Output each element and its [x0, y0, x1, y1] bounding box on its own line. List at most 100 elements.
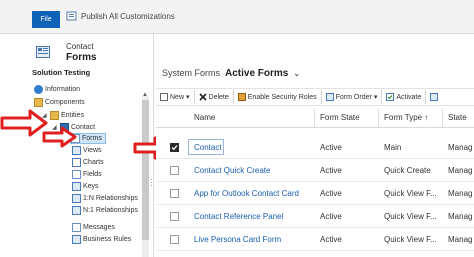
scroll-up-icon[interactable]: ▲ [142, 92, 148, 98]
folder-icon [50, 111, 59, 120]
form-type-cell: Quick View F... [384, 189, 437, 198]
row-checkbox[interactable] [170, 166, 179, 175]
splitter-handle[interactable]: · · · [150, 176, 153, 190]
solution-title: Solution Testing [32, 68, 91, 77]
new-label: New [170, 93, 185, 101]
tree-item-messages[interactable]: Messages [72, 222, 115, 233]
message-icon [72, 223, 81, 232]
state-cell: Manag [448, 235, 473, 244]
state-cell: Manag [448, 143, 473, 152]
tree-item-label: Keys [83, 183, 99, 190]
column-header-form-type[interactable]: Form Type ↑ [384, 113, 428, 122]
tree-item-label: N:1 Relationships [83, 207, 138, 214]
publish-all-label: Publish All Customizations [81, 11, 175, 21]
form-state-cell: Active [320, 212, 342, 221]
form-name-link[interactable]: Live Persona Card Form [194, 235, 281, 244]
form-state-cell: Active [320, 189, 342, 198]
field-icon [72, 170, 81, 179]
chevron-down-icon: ▾ [373, 94, 378, 101]
tree-item-label: 1:N Relationships [83, 195, 138, 202]
publish-all-button[interactable]: Publish All Customizations [66, 10, 175, 22]
tree-item-business-rules[interactable]: Business Rules [72, 234, 131, 245]
form-state-cell: Active [320, 143, 342, 152]
tree-item-label: Messages [83, 224, 115, 231]
form-name-link[interactable]: App for Outlook Contact Card [194, 189, 299, 198]
tree-item-1n-relationships[interactable]: 1:N Relationships [72, 193, 138, 204]
form-state-cell: Active [320, 166, 342, 175]
form-order-label: Form Order [335, 93, 372, 101]
entity-header: Contact Forms [36, 40, 136, 64]
tree-item-information[interactable]: Information [34, 84, 80, 95]
row-checkbox[interactable] [170, 212, 179, 221]
form-name-link[interactable]: Contact [194, 143, 222, 152]
row-checkbox[interactable] [170, 143, 179, 152]
delete-label: Delete [208, 93, 229, 101]
ribbon: File Publish All Customizations [0, 0, 474, 34]
entity-title: Forms [66, 52, 97, 63]
table-row[interactable]: Contact Reference Panel Active Quick Vie… [156, 206, 474, 228]
chart-icon [72, 158, 81, 167]
key-icon [72, 182, 81, 191]
command-bar: New ▾ Delete Enable Security Roles Form … [156, 88, 474, 106]
activate-icon [386, 93, 395, 101]
more-icon [430, 93, 439, 101]
folder-icon [34, 98, 43, 107]
chevron-down-icon[interactable]: ⌄ [293, 69, 300, 78]
column-header-state[interactable]: State [448, 113, 467, 122]
file-button[interactable]: File [32, 11, 60, 28]
tree-item-label: Information [45, 86, 81, 93]
form-name-link[interactable]: Contact Quick Create [194, 166, 270, 175]
tree-item-components[interactable]: Components [34, 97, 85, 108]
overflow-button[interactable] [426, 90, 442, 104]
form-type-cell: Main [384, 143, 402, 152]
column-divider[interactable] [442, 108, 443, 128]
tree-item-label: Fields [83, 171, 102, 178]
rule-icon [72, 235, 81, 244]
info-icon [34, 85, 43, 94]
annotation-arrow-forms [42, 126, 77, 148]
form-state-cell: Active [320, 235, 342, 244]
delete-icon [198, 93, 207, 101]
enable-security-roles-button[interactable]: Enable Security Roles [234, 90, 322, 104]
row-checkbox[interactable] [170, 189, 179, 198]
breadcrumb-parent: System Forms [162, 68, 221, 78]
new-icon [160, 93, 168, 101]
column-header-name[interactable]: Name [194, 113, 215, 122]
chevron-down-icon: ▾ [186, 94, 190, 101]
form-type-cell: Quick View F... [384, 235, 437, 244]
form-order-button[interactable]: Form Order ▾ [322, 90, 383, 104]
tree-scrollbar-thumb[interactable] [142, 100, 149, 240]
delete-button[interactable]: Delete [195, 90, 234, 104]
state-cell: Manag [448, 212, 473, 221]
table-row[interactable]: App for Outlook Contact Card Active Quic… [156, 183, 474, 205]
form-icon [36, 46, 50, 58]
tree-item-fields[interactable]: Fields [72, 169, 102, 180]
view-name[interactable]: Active Forms [225, 68, 288, 79]
publish-icon [66, 10, 78, 22]
form-type-cell: Quick Create [384, 166, 431, 175]
table-row[interactable]: Contact Active Main Manag [156, 137, 474, 159]
tree-item-keys[interactable]: Keys [72, 181, 99, 192]
tree-item-label: Views [83, 147, 102, 154]
tree-item-label: Components [45, 99, 85, 106]
tree-item-label: Entities [61, 112, 84, 119]
row-checkbox[interactable] [170, 235, 179, 244]
column-divider[interactable] [314, 108, 315, 128]
new-button[interactable]: New ▾ [156, 90, 195, 104]
security-roles-icon [237, 93, 246, 101]
tree-item-n1-relationships[interactable]: N:1 Relationships [72, 205, 138, 216]
table-row[interactable]: Live Persona Card Form Active Quick View… [156, 229, 474, 251]
activate-button[interactable]: Activate [382, 90, 427, 104]
tree-item-charts[interactable]: Charts [72, 157, 104, 168]
form-name-link[interactable]: Contact Reference Panel [194, 212, 283, 221]
form-order-icon [325, 93, 334, 101]
table-row[interactable]: Contact Quick Create Active Quick Create… [156, 160, 474, 182]
relationship-icon [72, 194, 81, 203]
grid-header: Name Form State Form Type ↑ State [156, 108, 474, 128]
tree-item-label: Charts [83, 159, 104, 166]
relationship-icon [72, 206, 81, 215]
tree-item-label: Business Rules [83, 236, 132, 243]
column-divider[interactable] [378, 108, 379, 128]
column-header-form-state[interactable]: Form State [320, 113, 360, 122]
view-selector[interactable]: System Forms Active Forms ⌄ [162, 68, 300, 79]
